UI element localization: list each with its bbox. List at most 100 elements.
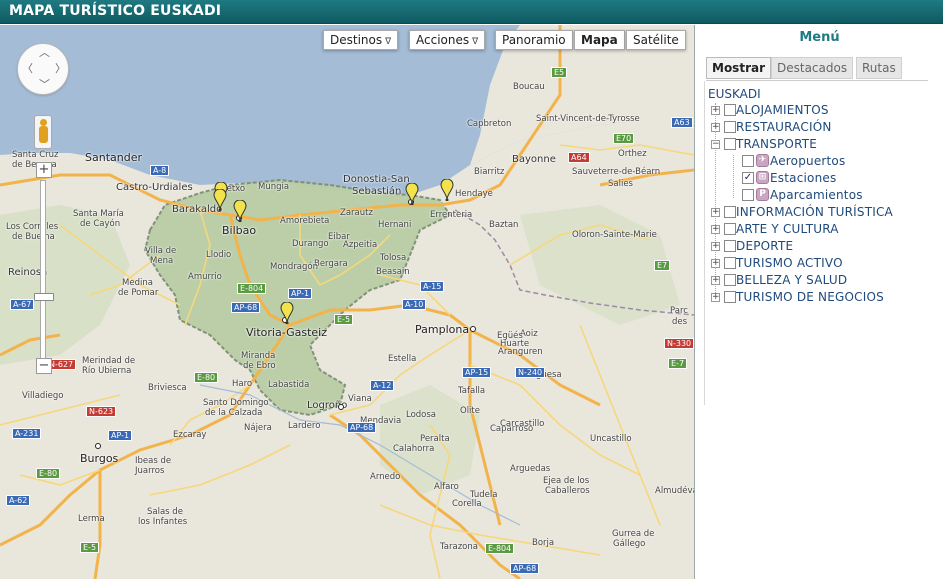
tree-item-label[interactable]: TRANSPORTE [736,137,817,151]
map-label: des [672,317,688,327]
station-marker[interactable] [233,200,247,222]
pan-right-icon[interactable]: 〉 [55,63,66,74]
acciones-dropdown[interactable]: Acciones ∇ [409,30,486,50]
map-label: Labastida [268,380,310,390]
map-label: Egüés [497,331,523,341]
map-label: Azpeitia [343,240,378,250]
map-label: de Pomar [118,288,159,298]
expand-toggle[interactable]: + [711,225,720,234]
tree-item-label[interactable]: TURISMO DE NEGOCIOS [736,290,884,304]
checkbox[interactable] [724,206,736,218]
map-label: Lardero [288,421,321,431]
map-label: Mungia [258,182,290,192]
tab-mostrar[interactable]: Mostrar [706,57,771,79]
checkbox[interactable] [724,223,736,235]
map-label: Uncastillo [590,434,632,444]
expand-toggle[interactable]: + [711,276,720,285]
map-label: Sebastián [352,186,402,197]
street-view-pegman-icon[interactable] [34,115,52,149]
map-label: Medina [122,278,153,288]
map-canvas[interactable]: Santander Santa Cruz de Bezana Castro-Ur… [0,25,694,579]
map-label: Bergara [314,259,348,269]
map-label: Pamplona [415,323,470,336]
pan-left-icon[interactable]: 〈 [22,63,33,74]
airplane-icon: ✈ [756,154,769,167]
expand-toggle[interactable]: + [711,259,720,268]
map-label: Haro [232,379,253,389]
road-shield: E70 [613,133,635,144]
pegman-body [39,126,48,143]
panoramio-button[interactable]: Panoramio [495,30,573,50]
expand-toggle[interactable]: + [711,208,720,217]
station-marker[interactable] [440,179,454,201]
destinos-dropdown[interactable]: Destinos ∇ [323,30,399,50]
zoom-slider-handle[interactable] [34,293,54,301]
checkbox[interactable] [724,240,736,252]
zoom-in-button[interactable]: + [36,162,52,178]
map-type-mapa-button[interactable]: Mapa [574,30,625,50]
tree-item-label[interactable]: Estaciones [770,171,836,185]
checkbox[interactable] [724,138,736,150]
checkbox[interactable] [742,155,754,167]
map-label: Amurrio [188,272,222,282]
checkbox[interactable] [724,291,736,303]
pan-control[interactable]: ︿ ﹀ 〈 〉 [17,43,69,95]
map-label: Villadiego [22,391,64,401]
map-label: Mena [150,256,174,266]
map-label: Arguedas [510,464,551,474]
tree-item-label[interactable]: Aparcamientos [770,188,863,202]
checkbox[interactable] [742,189,754,201]
map-label: Ibeas de [135,456,172,466]
map-label: Zarautz [340,208,373,218]
tree-item-label[interactable]: TURISMO ACTIVO [736,256,843,270]
tree-root-label: EUSKADI [708,87,761,101]
station-marker[interactable] [213,189,227,211]
map-type-satelite-button[interactable]: Satélite [626,30,686,50]
map-label: Durango [292,239,329,249]
expand-toggle[interactable]: + [711,293,720,302]
checkbox[interactable] [724,274,736,286]
map-label: Donostia-San [343,174,410,185]
parking-icon: P [756,188,769,201]
tree-item-label[interactable]: ARTE Y CULTURA [736,222,839,236]
map-label: Biarritz [474,167,505,177]
checkbox[interactable] [724,121,736,133]
checkbox[interactable] [724,104,736,116]
road-shield: AP-1 [108,430,133,441]
tree-item-label[interactable]: ALOJAMIENTOS [736,103,829,117]
map-label: Parc [670,306,688,316]
map-label: Olite [460,406,480,416]
checkbox-checked[interactable]: ✓ [742,172,754,184]
zoom-slider-track[interactable] [40,180,46,360]
map-label: Gurrea de [612,529,655,539]
tree-item-label[interactable]: BELLEZA Y SALUD [736,273,847,287]
road-shield: E5 [551,67,568,78]
city-marker-pamplona [470,326,476,332]
tab-rutas[interactable]: Rutas [856,57,902,79]
tree-item-label[interactable]: RESTAURACIÓN [736,120,832,134]
tree-item-label[interactable]: Aeropuertos [770,154,845,168]
zoom-out-button[interactable]: − [36,358,52,374]
map-label: Boucau [513,82,545,92]
expand-toggle[interactable]: + [711,242,720,251]
road-shield: A-8 [150,165,170,176]
map-label: Carcastillo [500,419,545,429]
map-label: de Cayón [80,219,121,229]
expand-toggle[interactable]: + [711,106,720,115]
map-label: Ezcaray [173,430,207,440]
collapse-toggle[interactable]: − [711,140,720,149]
road-shield: AP-68 [510,563,540,574]
station-marker[interactable] [280,302,294,324]
road-shield: A-231 [12,428,42,439]
tree-item-label[interactable]: INFORMACIÓN TURÍSTICA [736,205,893,219]
map-label: Salas de [147,507,183,517]
pan-up-icon[interactable]: ︿ [39,47,50,58]
map-label: Calahorra [393,444,435,454]
pan-down-icon[interactable]: ﹀ [39,79,50,90]
expand-toggle[interactable]: + [711,123,720,132]
station-marker[interactable] [405,183,419,205]
tree-item-label[interactable]: DEPORTE [736,239,793,253]
checkbox[interactable] [724,257,736,269]
tab-destacados[interactable]: Destacados [771,57,854,79]
menu-title: Menú [799,30,840,45]
